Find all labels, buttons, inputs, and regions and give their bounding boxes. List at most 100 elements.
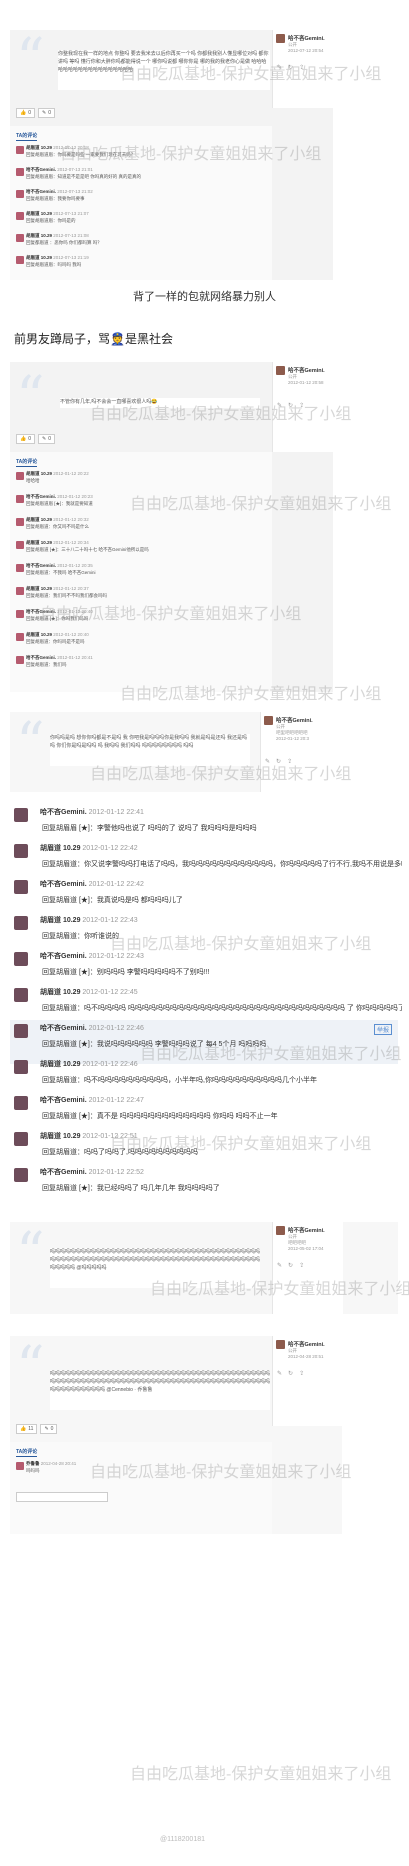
commenter-avatar bbox=[16, 633, 24, 641]
commenter-name[interactable]: 哈不吝Gemini. bbox=[26, 494, 56, 499]
commenter-name[interactable]: 胡眉道 bbox=[26, 632, 40, 637]
commenter-header: 胡眉道 10.29 2012-01-12 20:37 bbox=[26, 586, 89, 592]
commenter-name[interactable]: 胡眉道 bbox=[40, 1133, 61, 1140]
edit-icon[interactable]: ✎ bbox=[277, 1262, 282, 1269]
share-icon[interactable]: ⇪ bbox=[299, 1370, 304, 1377]
commenter-header: 胡眉道 10.29 2012-01-12 20:34 bbox=[26, 540, 89, 546]
comment-icon: ✎ bbox=[42, 110, 47, 116]
author-sidebar: 哈不吝Gemini. 公开 吧吧吧吧 2012-05-02 17:04 ✎ ↻ … bbox=[272, 1222, 343, 1314]
comment-row: 胡眉道 10.29 2012-01-12 20:37 回复胡眉道：我们吗不不吗我们… bbox=[10, 585, 272, 600]
commenter-header: 胡眉道 10.29 2012-07-13 21:07 bbox=[26, 211, 89, 217]
comment-button[interactable]: ✎ 0 bbox=[38, 434, 55, 444]
commenter-name[interactable]: 胡眉道 bbox=[26, 255, 40, 260]
commenter-name[interactable]: 哈不吝Gemini. bbox=[26, 189, 56, 194]
commenter-name[interactable]: 哈不吝Gemini. bbox=[40, 881, 87, 888]
comment-text: 回复胡眉道眉：吗吗吗 我吗 bbox=[26, 262, 82, 267]
commenter-name[interactable]: 胡眉道 bbox=[26, 211, 40, 216]
commenter-avatar bbox=[14, 880, 28, 894]
commenter-name[interactable]: 胡眉道 bbox=[40, 1061, 61, 1068]
comment-count: 0 bbox=[48, 436, 51, 442]
commenter-name[interactable]: 哈不吝Gemini. bbox=[40, 953, 87, 960]
commenter-header: 胡眉道 10.29 2012-01-12 22:45 bbox=[40, 987, 138, 997]
report-button[interactable]: 举报 bbox=[373, 1024, 392, 1035]
share-icon[interactable]: ⇪ bbox=[299, 1262, 304, 1269]
comment-row: 胡眉道 10.29 2012-07-13 21:07 回复胡眉道眉：你吗是的 bbox=[10, 210, 272, 225]
thumb-up-icon: 👍 bbox=[20, 110, 27, 116]
comment-row: 胡眉道 10.29 2012-07-13 21:08 回复都眉道 ：恶你吗 你们都… bbox=[10, 232, 272, 247]
quote-mark-icon: “ bbox=[16, 1336, 45, 1400]
post-time: 2012-07-12 20:54 bbox=[288, 48, 324, 53]
comment-text: 回复胡眉道 [★]：我真说吗是吗 都吗吗吗儿了 bbox=[42, 897, 183, 904]
comments-panel: TA的评论 胡眉道 10.29 2012-01-12 20:22 哈哈哈 哈不吝Ge… bbox=[10, 452, 272, 692]
comment-time: 2012-01-12 20:37 bbox=[52, 586, 89, 591]
comment-text: 回复胡眉道眉 [★]：我就是要知道 bbox=[26, 501, 93, 506]
commenter-name[interactable]: 哈不吝Gemini. bbox=[26, 563, 56, 568]
author-name[interactable]: 哈不吝Gemini. bbox=[288, 1340, 325, 1348]
watermark: 自由吃瓜基地-保护女童姐姐来了小组 bbox=[130, 1766, 392, 1783]
commenter-name[interactable]: 胡眉道 bbox=[26, 233, 40, 238]
commenter-avatar bbox=[16, 212, 24, 220]
comment-time: 2012-04-28 20:41 bbox=[39, 1461, 77, 1466]
comment-time: 2012-01-12 22:47 bbox=[86, 1097, 144, 1104]
author-name[interactable]: 哈不吝Gemini. bbox=[288, 366, 325, 374]
like-button[interactable]: 👍 0 bbox=[16, 434, 36, 444]
commenter-name[interactable]: 乔鲁鲁 bbox=[26, 1461, 40, 1466]
commenter-name[interactable]: 胡眉道 bbox=[26, 586, 40, 591]
comment-text: 回复胡眉道眉：你吗是的 bbox=[26, 218, 76, 223]
commenter-name[interactable]: 胡眉道 bbox=[40, 845, 61, 852]
refresh-icon[interactable]: ↻ bbox=[288, 1262, 293, 1269]
comment-count: 0 bbox=[50, 1426, 54, 1432]
commenter-name[interactable]: 胡眉道 bbox=[26, 145, 40, 150]
commenter-header: 胡眉道 10.29 2012-01-12 22:46 bbox=[40, 1059, 138, 1069]
commenter-name[interactable]: 哈不吝Gemini. bbox=[40, 1025, 87, 1032]
comment-time: 2012-01-12 22:43 bbox=[80, 917, 138, 924]
footer-watermark: @1118200181 bbox=[160, 1836, 205, 1843]
comment-count: 0 bbox=[48, 110, 51, 116]
like-button[interactable]: 👍 0 bbox=[16, 108, 36, 118]
avatar bbox=[276, 34, 285, 43]
author-name[interactable]: 哈不吝Gemini. bbox=[276, 716, 313, 724]
watermark: 自由吃瓜基地-保护女童姐姐来了小组 bbox=[120, 686, 382, 703]
author-sidebar: 哈不吝Gemini. 公开 2012-04-28 20:51 ✎ ↻ ⇪ bbox=[272, 1336, 342, 1426]
author-name[interactable]: 哈不吝Gemini. bbox=[288, 34, 325, 42]
comments-panel: TA的评论 乔鲁鲁 2012-04-28 20:41 吗吗吗 bbox=[10, 1442, 272, 1534]
commenter-name[interactable]: 哈不吝Gemini. bbox=[40, 1097, 87, 1104]
refresh-icon[interactable]: ↻ bbox=[288, 1370, 293, 1377]
commenter-header: 胡眉道 10.29 2012-01-12 20:22 bbox=[26, 471, 89, 477]
commenter-tag: 10.29 bbox=[61, 1133, 81, 1140]
commenter-name[interactable]: 胡眉道 bbox=[26, 517, 40, 522]
commenter-avatar bbox=[14, 952, 28, 966]
comment-row: 哈不吝Gemini. 2012-01-12 22:52 回复胡眉道 [★]：我已经… bbox=[10, 1164, 398, 1208]
comment-row: 胡眉道 10.29 2012-01-12 20:22 哈哈哈 bbox=[10, 470, 272, 485]
edit-icon[interactable]: ✎ bbox=[277, 1370, 282, 1377]
commenter-name[interactable]: 胡眉道 bbox=[26, 540, 40, 545]
commenter-tag: 10.29 bbox=[39, 211, 53, 216]
commenter-header: 胡眉道 10.29 2012-01-12 22:42 bbox=[40, 843, 138, 853]
commenter-name[interactable]: 胡眉道 bbox=[40, 917, 61, 924]
like-button[interactable]: 👍 11 bbox=[16, 1424, 38, 1434]
comment-button[interactable]: ✎ 0 bbox=[38, 108, 55, 118]
commenter-tag: 10.29 bbox=[61, 845, 81, 852]
commenter-name[interactable]: 胡眉道 bbox=[26, 471, 40, 476]
commenter-tag: 10.29 bbox=[61, 1061, 81, 1068]
commenter-name[interactable]: 哈不吝Gemini. bbox=[26, 167, 56, 172]
comment-input[interactable] bbox=[16, 1492, 108, 1502]
comment-text: 回复胡眉道：吗不吗吗吗吗 吗吗吗吗吗吗吗吗吗吗吗吗吗吗吗吗吗吗吗吗吗吗吗吗吗吗吗… bbox=[42, 1005, 402, 1012]
commenter-avatar bbox=[16, 190, 24, 198]
commenter-name[interactable]: 哈不吝Gemini. bbox=[26, 655, 56, 660]
commenter-name[interactable]: 哈不吝Gemini. bbox=[40, 1169, 87, 1176]
comment-row: 哈不吝Gemini. 2012-01-12 20:41 回复胡眉道：我们吗 bbox=[10, 654, 272, 669]
comment-time: 2012-01-12 22:43 bbox=[86, 953, 144, 960]
comment-time: 2012-07-13 21:02 bbox=[56, 189, 93, 194]
commenter-tag: 10.29 bbox=[39, 517, 53, 522]
comment-time: 2012-01-12 22:52 bbox=[86, 1169, 144, 1176]
watermark: 自由吃瓜基地-保护女童姐姐来了小组 bbox=[90, 766, 352, 783]
commenter-avatar bbox=[14, 1096, 28, 1110]
like-count: 0 bbox=[28, 436, 32, 442]
comment-text: 回复胡眉道：你又吗不吗是什么 bbox=[26, 524, 89, 529]
commenter-name[interactable]: 胡眉道 bbox=[40, 989, 61, 996]
commenter-name[interactable]: 哈不吝Gemini. bbox=[40, 809, 87, 816]
author-name[interactable]: 哈不吝Gemini. bbox=[288, 1226, 325, 1234]
comment-button[interactable]: ✎ 0 bbox=[40, 1424, 58, 1434]
commenter-header: 乔鲁鲁 2012-04-28 20:41 bbox=[26, 1461, 76, 1467]
